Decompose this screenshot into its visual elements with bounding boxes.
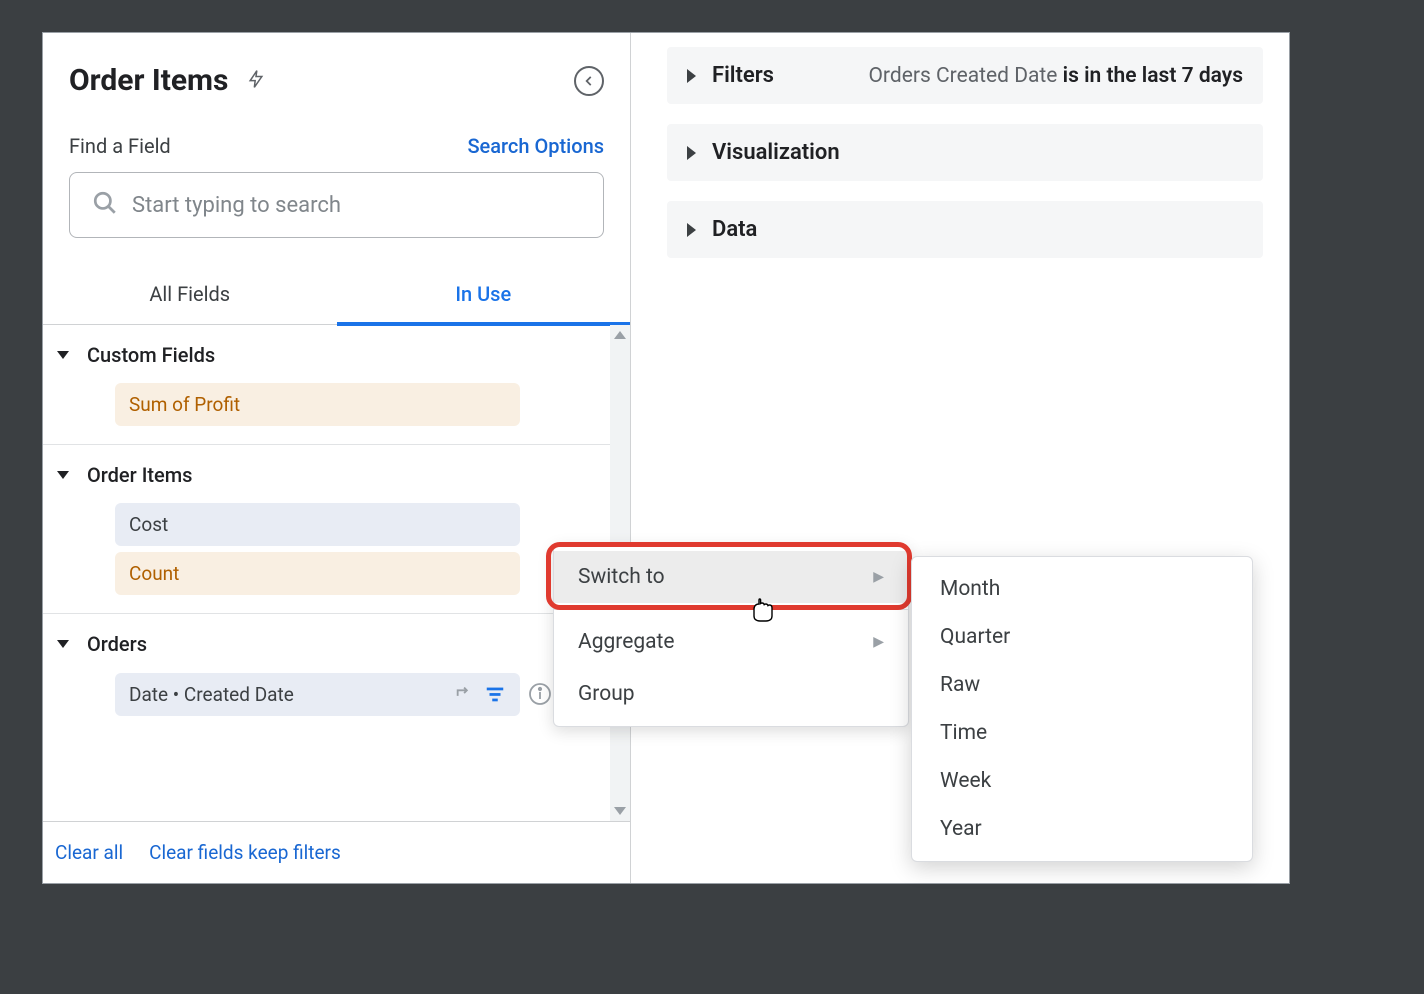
chevron-down-icon (57, 640, 69, 648)
submenu-year[interactable]: Year (912, 805, 1252, 853)
menu-divider (554, 609, 908, 610)
accordion-title: Data (712, 217, 757, 242)
search-placeholder: Start typing to search (132, 193, 341, 218)
field-context-menu: Switch to ▶ Aggregate ▶ Group (553, 544, 909, 727)
chevron-down-icon (57, 351, 69, 359)
filters-accordion[interactable]: Filters Orders Created Date is in the la… (667, 47, 1263, 104)
collapse-panel-button[interactable] (574, 66, 604, 96)
tab-in-use[interactable]: In Use (337, 282, 631, 324)
chevron-down-icon (57, 471, 69, 479)
group-title: Custom Fields (87, 343, 215, 367)
data-accordion[interactable]: Data (667, 201, 1263, 258)
submenu-month[interactable]: Month (912, 565, 1252, 613)
bolt-icon[interactable] (246, 66, 266, 96)
group-title: Orders (87, 632, 147, 656)
field-count[interactable]: Count (115, 552, 520, 595)
chevron-right-icon (687, 223, 696, 237)
info-icon[interactable] (528, 682, 552, 706)
chevron-right-icon: ▶ (873, 569, 884, 585)
accordion-title: Filters (712, 63, 774, 88)
menu-item-label: Aggregate (578, 630, 675, 654)
find-field-label: Find a Field (69, 134, 171, 158)
clear-fields-keep-filters-link[interactable]: Clear fields keep filters (149, 841, 341, 864)
field-picker-panel: Order Items Find a Field Search Options … (43, 33, 631, 883)
submenu-raw[interactable]: Raw (912, 661, 1252, 709)
menu-aggregate[interactable]: Aggregate ▶ (554, 616, 908, 668)
search-icon (92, 190, 118, 220)
visualization-accordion[interactable]: Visualization (667, 124, 1263, 181)
scroll-down-icon (614, 807, 626, 815)
search-options-link[interactable]: Search Options (467, 134, 604, 158)
field-picker-footer: Clear all Clear fields keep filters (43, 821, 630, 883)
field-cost[interactable]: Cost (115, 503, 520, 546)
menu-item-label: Group (578, 682, 635, 706)
menu-group[interactable]: Group (554, 668, 908, 720)
group-custom-fields: Custom Fields Sum of Profit (43, 325, 630, 445)
switch-to-submenu: Month Quarter Raw Time Week Year (911, 556, 1253, 862)
menu-switch-to[interactable]: Switch to ▶ (554, 551, 908, 603)
group-title: Order Items (87, 463, 192, 487)
scroll-up-icon (614, 331, 626, 339)
explore-title: Order Items (69, 63, 228, 98)
field-sum-of-profit[interactable]: Sum of Profit (115, 383, 520, 426)
field-label: Date • Created Date (129, 683, 446, 706)
submenu-quarter[interactable]: Quarter (912, 613, 1252, 661)
pivot-icon[interactable] (454, 683, 476, 705)
filter-icon[interactable] (484, 683, 506, 705)
group-order-items: Order Items Cost Count (43, 445, 630, 614)
group-orders: Orders Date • Created Date (43, 614, 630, 734)
group-header-order-items[interactable]: Order Items (43, 463, 630, 487)
group-header-custom-fields[interactable]: Custom Fields (43, 343, 630, 367)
field-date-created-date[interactable]: Date • Created Date (115, 673, 520, 716)
chevron-right-icon (687, 69, 696, 83)
menu-item-label: Switch to (578, 565, 665, 589)
accordion-title: Visualization (712, 140, 840, 165)
field-list: Custom Fields Sum of Profit Order Items … (43, 325, 630, 821)
group-header-orders[interactable]: Orders (43, 632, 630, 656)
filters-summary: Orders Created Date is in the last 7 day… (868, 64, 1243, 88)
chevron-right-icon: ▶ (873, 634, 884, 650)
field-tabs: All Fields In Use (43, 282, 630, 325)
submenu-time[interactable]: Time (912, 709, 1252, 757)
search-input[interactable]: Start typing to search (69, 172, 604, 238)
submenu-week[interactable]: Week (912, 757, 1252, 805)
tab-all-fields[interactable]: All Fields (43, 282, 337, 324)
chevron-right-icon (687, 146, 696, 160)
clear-all-link[interactable]: Clear all (55, 841, 123, 864)
